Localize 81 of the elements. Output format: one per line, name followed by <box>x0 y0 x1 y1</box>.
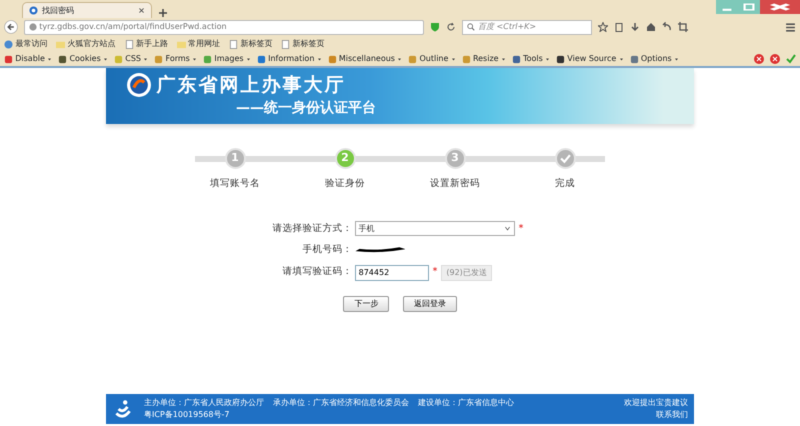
footer-text: 承办单位：广东省经济和信息化委员会 <box>273 397 409 409</box>
toolbar-menu[interactable]: Cookies <box>58 53 108 65</box>
footer-text: 建设单位：广东省信息中心 <box>418 397 514 409</box>
caret-icon <box>47 56 52 62</box>
caret-icon <box>143 56 148 62</box>
caret-icon <box>450 56 456 62</box>
checkmark-icon[interactable] <box>786 54 796 64</box>
step-marker: 3 <box>444 148 466 169</box>
globe-icon <box>4 40 13 48</box>
field-label: 手机号码： <box>302 243 353 258</box>
toolbar-menu[interactable]: Options <box>630 53 679 65</box>
method-select[interactable]: 手机 <box>354 221 515 236</box>
step-marker: 2 <box>334 148 356 169</box>
feedback-link[interactable]: 欢迎提出宝贵建议 <box>624 397 688 409</box>
step-label: 设置新密码 <box>430 177 480 191</box>
bookmark-item[interactable]: 最常访问 <box>4 38 48 50</box>
page-icon <box>281 40 290 48</box>
back-to-login-button[interactable]: 返回登录 <box>402 296 457 312</box>
caret-icon <box>504 225 511 232</box>
field-label: 请选择验证方式： <box>272 222 353 236</box>
bookmark-item[interactable]: 火狐官方站点 <box>56 38 116 50</box>
crop-icon[interactable] <box>678 22 688 32</box>
icp-number: 粤ICP备10019568号-7 <box>144 409 230 421</box>
toolbar-menu[interactable]: View Source <box>556 53 624 65</box>
next-button[interactable]: 下一步 <box>343 296 390 312</box>
caret-icon <box>674 56 679 62</box>
caret-icon <box>246 56 251 62</box>
checkmark-icon <box>560 153 570 164</box>
new-tab-icon[interactable] <box>158 8 168 18</box>
caret-icon <box>397 56 402 62</box>
required-mark: * <box>432 265 438 280</box>
bookmark-item[interactable]: 新标签页 <box>281 38 324 50</box>
step-label: 验证身份 <box>325 177 365 191</box>
browser-tab[interactable]: 找回密码 <box>22 2 152 18</box>
page-icon <box>229 40 238 48</box>
download-icon[interactable] <box>630 22 640 32</box>
close-icon[interactable] <box>760 0 800 14</box>
required-mark: * <box>518 222 524 236</box>
step-label: 完成 <box>555 177 575 191</box>
toolbar-menu[interactable]: Information <box>256 53 322 65</box>
toolbar-menu[interactable]: Images <box>203 53 251 65</box>
field-label: 请填写验证码： <box>282 265 353 280</box>
bookmark-item[interactable]: 常用网址 <box>176 38 220 50</box>
toolbar-menu[interactable]: Disable <box>4 53 52 65</box>
code-input[interactable]: 874452 <box>354 264 429 280</box>
undo-icon[interactable] <box>662 22 672 32</box>
caret-icon <box>316 56 322 62</box>
reload-icon[interactable] <box>446 22 456 32</box>
close-icon[interactable] <box>138 7 145 14</box>
caret-icon <box>618 56 624 62</box>
caret-icon <box>500 56 506 62</box>
caret-icon <box>545 56 550 62</box>
step-marker: 1 <box>224 148 246 169</box>
toolbar-menu[interactable]: Outline <box>408 53 456 65</box>
page-icon <box>124 40 134 48</box>
error-icon[interactable] <box>770 54 780 64</box>
toolbar-menu[interactable]: Tools <box>512 53 550 65</box>
contact-link[interactable]: 联系我们 <box>656 409 688 421</box>
toolbar-menu[interactable]: Resize <box>462 53 506 65</box>
step-label: 填写账号名 <box>210 177 260 191</box>
emblem-icon <box>126 72 152 98</box>
error-icon[interactable] <box>754 54 764 64</box>
clipboard-icon[interactable] <box>614 22 624 32</box>
folder-icon <box>176 40 186 48</box>
bookmark-item[interactable]: 新标签页 <box>229 38 272 50</box>
toolbar-menu[interactable]: Miscellaneous <box>328 53 402 65</box>
star-icon[interactable] <box>598 22 608 32</box>
footer-text: 主办单位：广东省人民政府办公厅 <box>144 397 264 409</box>
toolbar-menu[interactable]: Forms <box>154 53 198 65</box>
address-bar[interactable]: tyrz.gdbs.gov.cn/am/portal/findUserPwd.action <box>24 20 424 34</box>
toolbar-menu[interactable]: CSS <box>114 53 148 65</box>
home-icon[interactable] <box>646 22 656 32</box>
menu-icon[interactable] <box>785 22 796 32</box>
search-field[interactable]: 百度 <Ctrl+K> <box>462 20 592 34</box>
caret-icon <box>103 56 108 62</box>
bookmark-item[interactable]: 新手上路 <box>124 38 168 50</box>
search-icon <box>467 23 475 31</box>
banner-subtitle: ——统一身份认证平台 <box>236 99 377 118</box>
banner-title: 广东省网上办事大厅 <box>156 74 346 96</box>
caret-icon <box>192 56 198 62</box>
folder-icon <box>56 40 66 48</box>
